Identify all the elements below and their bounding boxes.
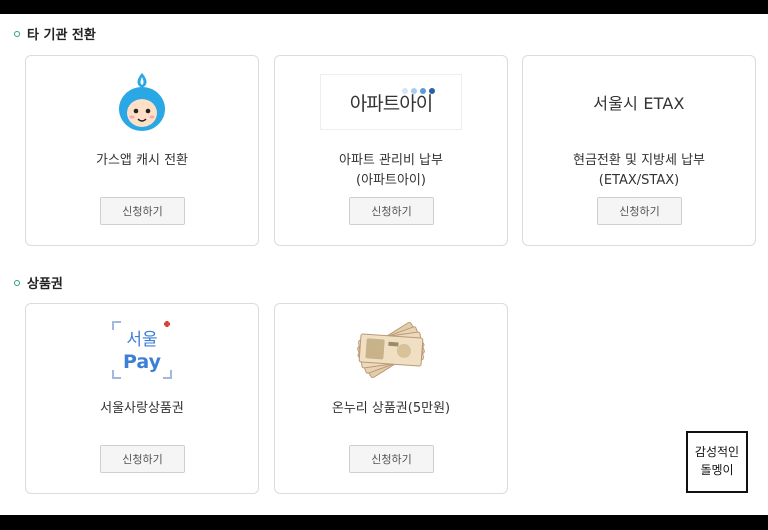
stamp-line2: 돌멩이 xyxy=(700,463,734,477)
apartment-dots-icon xyxy=(402,88,435,94)
apartment-logo-box: 아파트아이 xyxy=(320,74,462,130)
apply-button[interactable]: 신청하기 xyxy=(349,197,434,225)
apply-button[interactable]: 신청하기 xyxy=(597,197,682,225)
card-title-line2: (아파트아이) xyxy=(356,173,426,188)
card-onnuri: 온누리 상품권(5만원) 신청하기 xyxy=(274,303,508,494)
apply-button[interactable]: 신청하기 xyxy=(349,445,434,473)
section-title-conversion: 타 기관 전환 xyxy=(14,24,96,43)
apartment-logo: 아파트아이 xyxy=(275,70,507,134)
apply-button[interactable]: 신청하기 xyxy=(100,445,185,473)
gas-app-logo xyxy=(26,70,258,134)
bullet-icon xyxy=(14,279,20,286)
card-apartment: 아파트아이 아파트 관리비 납부 (아파트아이) 신청하기 xyxy=(274,55,508,246)
card-etax: 서울시 ETAX 현금전환 및 지방세 납부 (ETAX/STAX) 신청하기 xyxy=(522,55,756,246)
card-title-line1: 현금전환 및 지방세 납부 xyxy=(573,153,705,168)
card-seoul-pay: 서울 Pay 서울사랑상품권 신청하기 xyxy=(25,303,259,494)
gas-app-mascot-icon xyxy=(119,73,165,131)
page: 타 기관 전환 가스앱 캐시 전환 신청하기 아파트아이 아파트 관리비 납부 … xyxy=(0,14,768,515)
stamp-line1: 감성적인 xyxy=(694,445,740,459)
card-title: 가스앱 캐시 전환 xyxy=(96,153,188,168)
seoul-pay-logo: 서울 Pay xyxy=(26,318,258,382)
card-title: 서울사랑상품권 xyxy=(100,401,184,416)
bullet-icon xyxy=(14,30,20,37)
card-title: 현금전환 및 지방세 납부 (ETAX/STAX) xyxy=(523,151,755,191)
stamp-watermark: 감성적인 돌멩이 xyxy=(686,431,748,493)
apply-button[interactable]: 신청하기 xyxy=(100,197,185,225)
card-title-line1: 아파트 관리비 납부 xyxy=(339,153,443,168)
etax-logo: 서울시 ETAX xyxy=(523,70,755,134)
card-title: 온누리 상품권(5만원) xyxy=(331,401,451,416)
seoul-pay-logo-icon: 서울 Pay xyxy=(112,321,172,379)
seoul-pay-logo-line2: Pay xyxy=(123,351,162,373)
card-title-line2: (ETAX/STAX) xyxy=(598,173,680,188)
section-title-text: 상품권 xyxy=(27,277,63,292)
seoul-pay-logo-line1: 서울 xyxy=(126,330,157,350)
etax-logo-text: 서울시 ETAX xyxy=(593,94,685,113)
section-title-vouchers: 상품권 xyxy=(14,273,63,292)
banknotes-icon xyxy=(357,321,425,379)
card-gas-app: 가스앱 캐시 전환 신청하기 xyxy=(25,55,259,246)
card-title: 아파트 관리비 납부 (아파트아이) xyxy=(275,151,507,191)
onnuri-logo xyxy=(275,318,507,382)
section-title-text: 타 기관 전환 xyxy=(27,28,96,43)
